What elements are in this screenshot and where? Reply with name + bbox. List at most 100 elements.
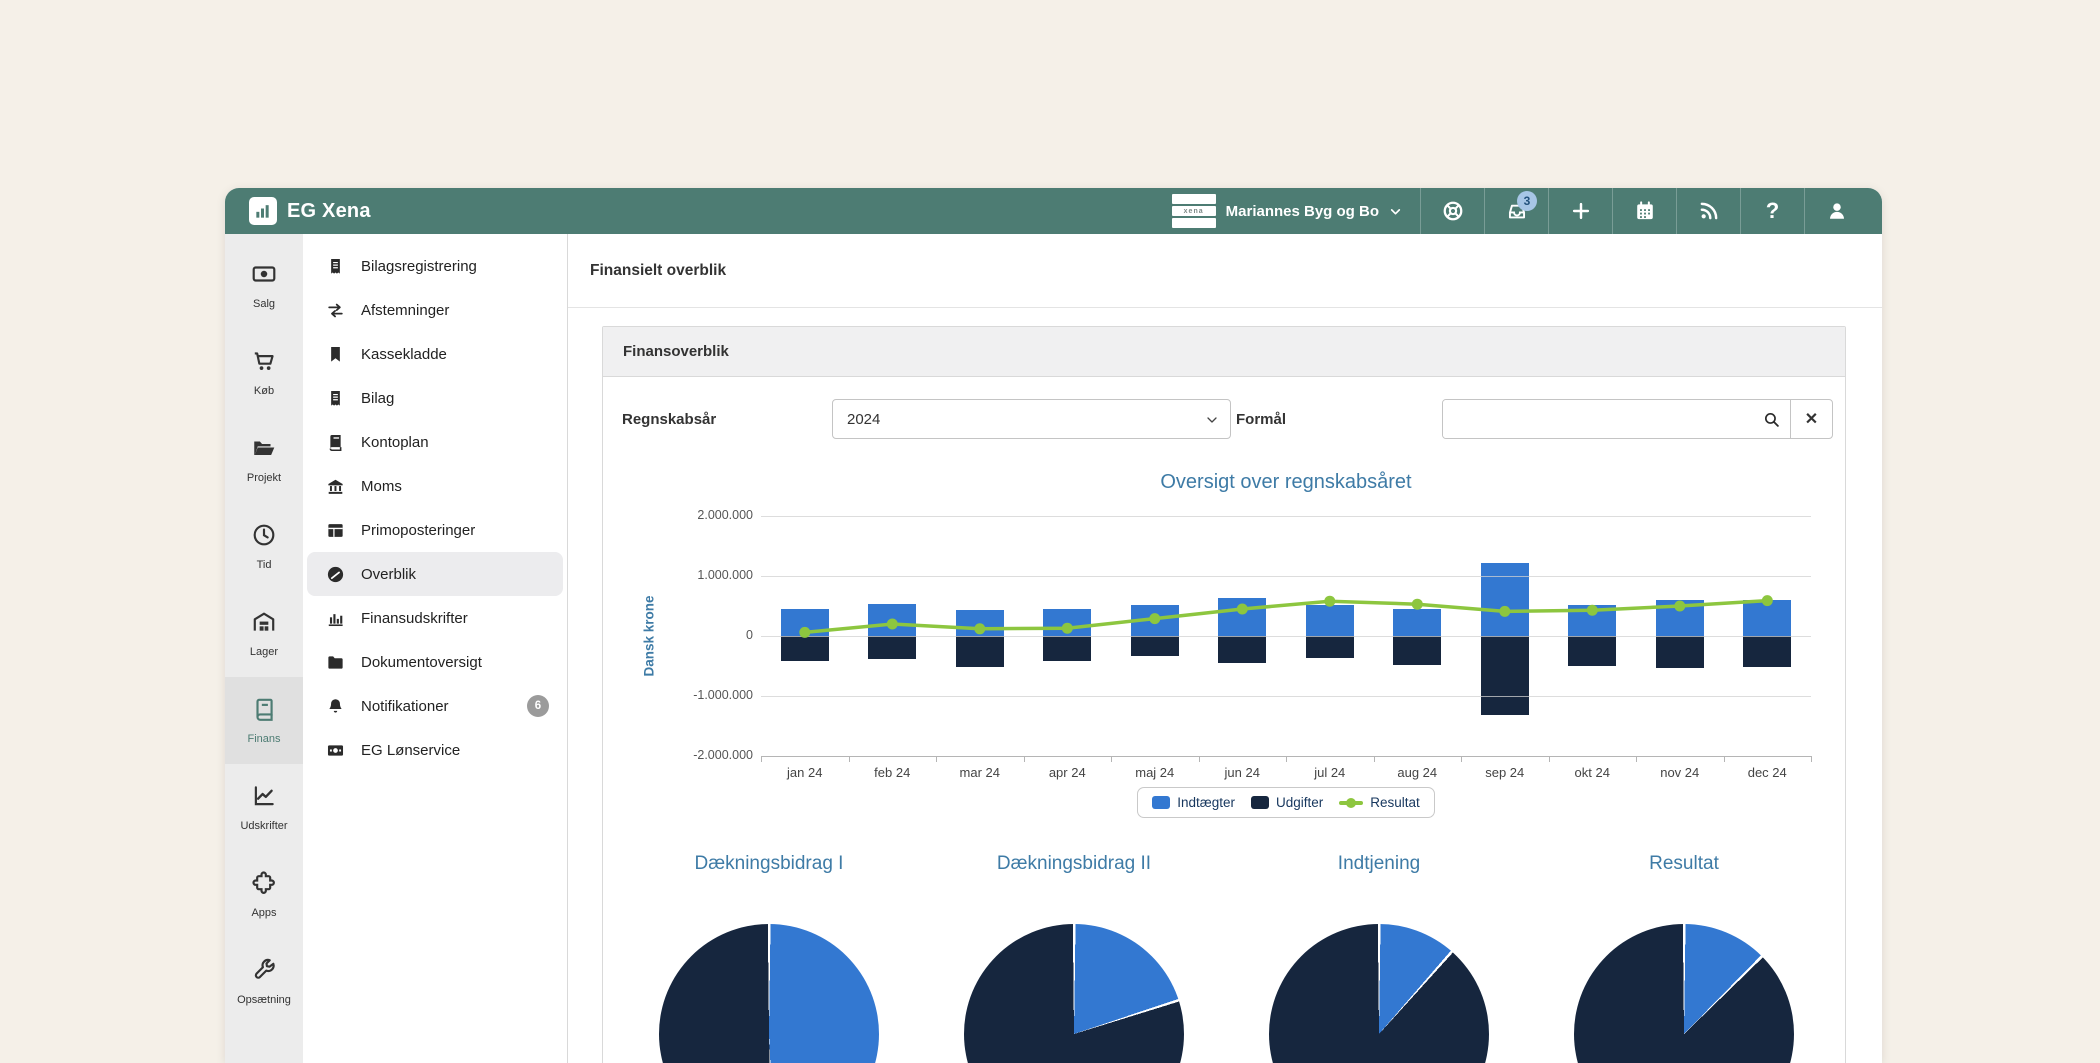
pie-title-d-kningsbidrag-i: Dækningsbidrag I: [619, 853, 919, 875]
app-name: EG Xena: [287, 200, 371, 223]
rail-item-udskrifter[interactable]: Udskrifter: [225, 764, 303, 851]
pie-chart-resultat: [1574, 924, 1794, 1063]
fiscal-year-select[interactable]: 2024: [832, 399, 1231, 439]
page-title-row: Finansielt overblik: [568, 234, 1882, 308]
ledger-icon: [251, 696, 277, 727]
rail-item-k-b[interactable]: Køb: [225, 329, 303, 416]
bars-icon: [325, 609, 345, 628]
rail-item-projekt[interactable]: Projekt: [225, 416, 303, 503]
cart-icon: [251, 348, 277, 379]
y-axis-tick-label: 0: [603, 628, 753, 642]
menu-item-label: Kassekladde: [361, 346, 447, 363]
table-icon: [325, 521, 345, 540]
menu-item-kassekladde[interactable]: Kassekladde: [307, 332, 563, 376]
folder-open-icon: [251, 435, 277, 466]
legend-item-udgifter[interactable]: Udgifter: [1251, 795, 1323, 810]
menu-item-bilag[interactable]: Bilag: [307, 376, 563, 420]
puzzle-icon: [251, 870, 277, 901]
menu-item-moms[interactable]: Moms: [307, 464, 563, 508]
rss-icon: [1698, 200, 1720, 222]
search-icon[interactable]: [1752, 400, 1790, 438]
company-name: Mariannes Byg og Bo: [1226, 203, 1379, 220]
menu-item-label: Kontoplan: [361, 434, 429, 451]
menu-item-label: Notifikationer: [361, 698, 449, 715]
filter-row: Regnskabsår 2024 Formål: [603, 399, 1845, 439]
rail-item-lager[interactable]: Lager: [225, 590, 303, 677]
menu-item-kontoplan[interactable]: Kontoplan: [307, 420, 563, 464]
lifebuoy-button[interactable]: [1420, 188, 1484, 234]
clear-search-button[interactable]: ✕: [1790, 400, 1832, 438]
x-axis-tick: [1811, 756, 1812, 762]
bell-icon: [325, 697, 345, 716]
pie-title-indtjening: Indtjening: [1229, 853, 1529, 875]
menu-item-finansudskrifter[interactable]: Finansudskrifter: [307, 596, 563, 640]
menu-item-notifikationer[interactable]: Notifikationer 6: [307, 684, 563, 728]
finance-overview-panel: Finansoverblik Regnskabsår 2024 Formål: [602, 326, 1846, 1063]
finance-menu: Bilagsregistrering Afstemninger Kassekladd…: [303, 234, 568, 1063]
rail-item-finans[interactable]: Finans: [225, 677, 303, 764]
rail-item-ops-tning[interactable]: Opsætning: [225, 938, 303, 1025]
pie-chart-d-kningsbidrag-i: [659, 924, 879, 1063]
menu-item-label: Bilag: [361, 390, 394, 407]
app-logo[interactable]: EG Xena: [225, 188, 395, 234]
book-icon: [325, 433, 345, 452]
y-axis-tick-label: 2.000.000: [603, 508, 753, 522]
y-axis-tick-label: -2.000.000: [603, 748, 753, 762]
rail-item-salg[interactable]: Salg: [225, 242, 303, 329]
menu-item-label: Bilagsregistrering: [361, 258, 477, 275]
menu-item-bilagsregistrering[interactable]: Bilagsregistrering: [307, 244, 563, 288]
company-selector[interactable]: xena Mariannes Byg og Bo: [1154, 188, 1420, 234]
receipt-icon: [325, 389, 345, 408]
help-button[interactable]: ?: [1740, 188, 1804, 234]
rail-item-label: Projekt: [247, 472, 281, 484]
chevron-down-icon: [1389, 205, 1402, 218]
menu-item-afstemninger[interactable]: Afstemninger: [307, 288, 563, 332]
plus-button[interactable]: [1548, 188, 1612, 234]
purpose-search-input[interactable]: [1443, 400, 1752, 438]
gauge-icon: [325, 565, 345, 584]
main-row: Salg Køb Projekt Tid Lager Finans Udskrifter Ap…: [225, 234, 1882, 1063]
legend-item-indt-gter[interactable]: Indtægter: [1152, 795, 1235, 810]
menu-item-eg-l-nservice[interactable]: EG Lønservice: [307, 728, 563, 772]
menu-item-label: Overblik: [361, 566, 416, 583]
inbox-button[interactable]: 3: [1484, 188, 1548, 234]
calendar-button[interactable]: [1612, 188, 1676, 234]
rail-item-tid[interactable]: Tid: [225, 503, 303, 590]
calendar-icon: [1634, 200, 1656, 222]
money-filled-icon: [325, 741, 345, 760]
pie-chart-d-kningsbidrag-ii: [964, 924, 1184, 1063]
rss-button[interactable]: [1676, 188, 1740, 234]
y-axis-tick-label: -1.000.000: [603, 688, 753, 702]
arrows-icon: [325, 301, 345, 320]
notification-badge: 6: [527, 695, 549, 717]
legend-item-resultat[interactable]: Resultat: [1339, 795, 1420, 810]
rail-item-label: Salg: [253, 298, 275, 310]
legend-swatch: [1152, 796, 1170, 809]
rail-item-apps[interactable]: Apps: [225, 851, 303, 938]
topbar-icons: 3?: [1420, 188, 1868, 234]
legend-swatch: [1251, 796, 1269, 809]
inbox-badge: 3: [1517, 191, 1537, 211]
receipt-icon: [325, 257, 345, 276]
panel-title: Finansoverblik: [623, 343, 729, 360]
plus-icon: [1570, 200, 1592, 222]
rail-item-label: Lager: [250, 646, 278, 658]
panel-body: Regnskabsår 2024 Formål: [603, 377, 1845, 1063]
fiscal-year-label: Regnskabsår: [622, 411, 832, 428]
panel-wrap: Finansoverblik Regnskabsår 2024 Formål: [568, 308, 1882, 1063]
user-button[interactable]: [1804, 188, 1868, 234]
rail-item-label: Udskrifter: [240, 820, 287, 832]
rail-item-label: Apps: [251, 907, 276, 919]
menu-item-primoposteringer[interactable]: Primoposteringer: [307, 508, 563, 552]
menu-item-dokumentoversigt[interactable]: Dokumentoversigt: [307, 640, 563, 684]
lifebuoy-icon: [1442, 200, 1464, 222]
module-rail: Salg Køb Projekt Tid Lager Finans Udskrifter Ap…: [225, 234, 303, 1063]
panel-header: Finansoverblik: [603, 327, 1845, 377]
warehouse-icon: [251, 609, 277, 640]
purpose-searchbox: ✕: [1442, 399, 1833, 439]
company-logo: xena: [1172, 194, 1216, 228]
menu-item-label: EG Lønservice: [361, 742, 460, 759]
menu-item-overblik[interactable]: Overblik: [307, 552, 563, 596]
menu-item-label: Dokumentoversigt: [361, 654, 482, 671]
rail-item-label: Opsætning: [237, 994, 291, 1006]
